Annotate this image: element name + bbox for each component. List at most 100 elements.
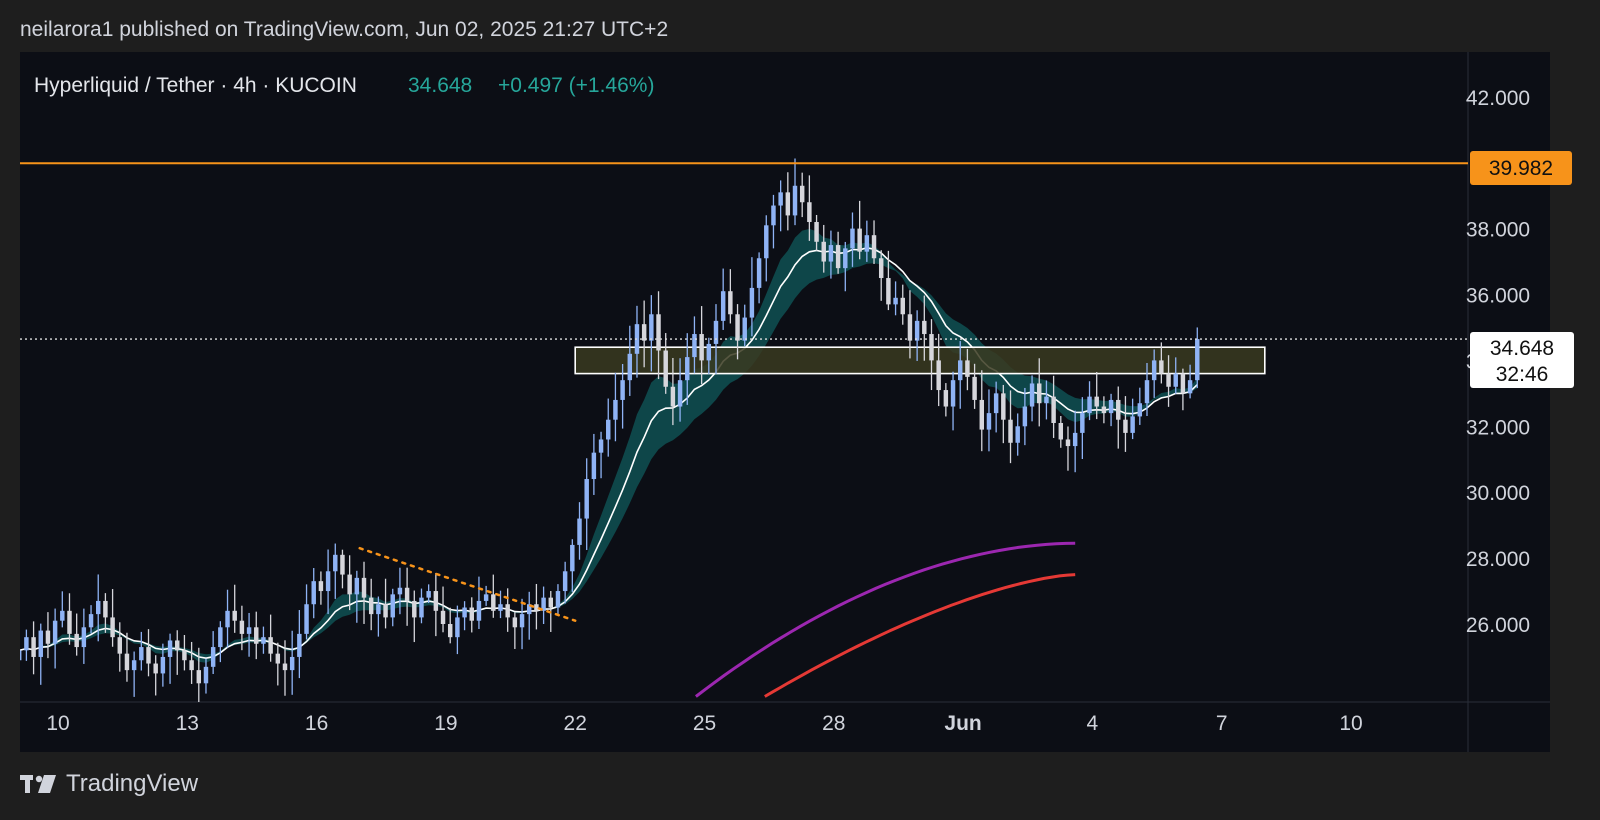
candle-body xyxy=(950,380,956,407)
candle-body xyxy=(972,376,977,400)
legend-price: 34.648 xyxy=(408,74,472,97)
chart-svg: Hyperliquid / Tether · 4h · KUCOIN 34.64… xyxy=(20,52,1574,752)
candle-body xyxy=(807,202,812,223)
candle-body xyxy=(210,647,216,667)
candle-body xyxy=(440,610,446,624)
candle-body xyxy=(462,607,467,618)
candle-body xyxy=(103,600,108,618)
candle-body xyxy=(45,630,51,644)
candle-body xyxy=(131,660,137,671)
candle-body xyxy=(469,607,474,621)
candle-body xyxy=(512,617,518,628)
candle-body xyxy=(742,317,747,341)
candle-body xyxy=(814,222,819,242)
candle-body xyxy=(871,235,877,259)
candle-body xyxy=(1094,396,1099,407)
candle-body xyxy=(189,660,194,671)
candle-body xyxy=(1051,396,1056,424)
x-tick-label: 10 xyxy=(46,712,69,735)
candle-body xyxy=(333,554,338,572)
candle-body xyxy=(720,291,726,321)
footer-brand: TradingView xyxy=(20,770,198,798)
candle-body xyxy=(455,617,460,638)
candle-body xyxy=(1173,373,1178,387)
candle-body xyxy=(613,399,618,420)
candle-body xyxy=(117,637,123,654)
candle-body xyxy=(756,258,762,288)
candle-body xyxy=(311,581,316,605)
candle-body xyxy=(728,291,733,315)
candle-body xyxy=(620,380,625,400)
candle-body xyxy=(225,610,230,628)
candle-body xyxy=(670,386,676,407)
candle-body xyxy=(965,360,970,377)
candle-body xyxy=(124,653,130,671)
candle-body xyxy=(706,343,712,361)
legend-symbol: Hyperliquid / Tether · 4h · KUCOIN xyxy=(34,74,357,97)
candle-body xyxy=(749,287,755,318)
candle-body xyxy=(347,574,352,595)
candle-body xyxy=(598,439,604,453)
candle-body xyxy=(785,192,791,216)
candle-body xyxy=(476,600,482,621)
candle-body xyxy=(218,627,223,648)
candle-body xyxy=(289,656,295,671)
current-price-text: 34.648 xyxy=(1490,337,1554,360)
x-tick-label: 13 xyxy=(176,712,199,735)
candle-body xyxy=(943,390,949,407)
x-tick-label: 19 xyxy=(434,712,457,735)
x-tick-label: 4 xyxy=(1087,712,1099,735)
y-tick-label: 26.000 xyxy=(1466,614,1530,637)
y-tick-label: 36.000 xyxy=(1466,285,1530,308)
candle-body xyxy=(167,640,173,657)
candle-body xyxy=(261,637,266,644)
candle-body xyxy=(1108,399,1114,414)
countdown-text: 32:46 xyxy=(1496,363,1549,386)
candle-body xyxy=(1044,396,1049,404)
candle-body xyxy=(196,670,202,684)
candle-body xyxy=(893,297,898,305)
candle-body xyxy=(368,597,374,615)
candle-body xyxy=(325,571,331,592)
y-tick-label: 42.000 xyxy=(1466,87,1530,110)
x-tick-label: Jun xyxy=(944,712,981,735)
candle-body xyxy=(67,610,72,634)
candle-body xyxy=(713,320,719,344)
candle-body xyxy=(1159,360,1164,374)
candle-body xyxy=(519,614,525,628)
candle-body xyxy=(685,357,690,381)
candle-body xyxy=(555,591,561,608)
x-tick-label: 16 xyxy=(305,712,328,735)
x-tick-label: 10 xyxy=(1339,712,1362,735)
candle-body xyxy=(1144,380,1150,404)
candle-body xyxy=(799,185,805,203)
x-tick-label: 7 xyxy=(1216,712,1228,735)
candle-body xyxy=(878,258,884,279)
candle-body xyxy=(239,620,245,634)
candle-body xyxy=(936,360,941,391)
candle-body xyxy=(562,571,568,592)
candle-body xyxy=(534,604,539,611)
candle-body xyxy=(1123,419,1128,433)
candle-body xyxy=(1072,432,1078,447)
candle-body xyxy=(957,360,963,381)
candle-body xyxy=(275,653,281,664)
candle-body xyxy=(175,640,180,651)
candle-body xyxy=(857,228,862,252)
candle-body xyxy=(548,597,554,608)
candle-body xyxy=(282,663,288,671)
candle-body xyxy=(88,614,94,628)
y-tick-label: 30.000 xyxy=(1466,482,1530,505)
candle-body xyxy=(1022,406,1028,427)
candle-body xyxy=(606,419,611,440)
tradingview-logo-icon xyxy=(20,773,58,795)
candle-body xyxy=(864,235,870,252)
candle-body xyxy=(986,413,992,430)
candle-body xyxy=(821,241,826,262)
candle-body xyxy=(404,587,410,601)
candle-body xyxy=(1130,416,1135,433)
candle-body xyxy=(1008,419,1013,443)
candle-body xyxy=(383,604,388,618)
candle-body xyxy=(584,479,589,519)
candle-body xyxy=(60,610,65,621)
